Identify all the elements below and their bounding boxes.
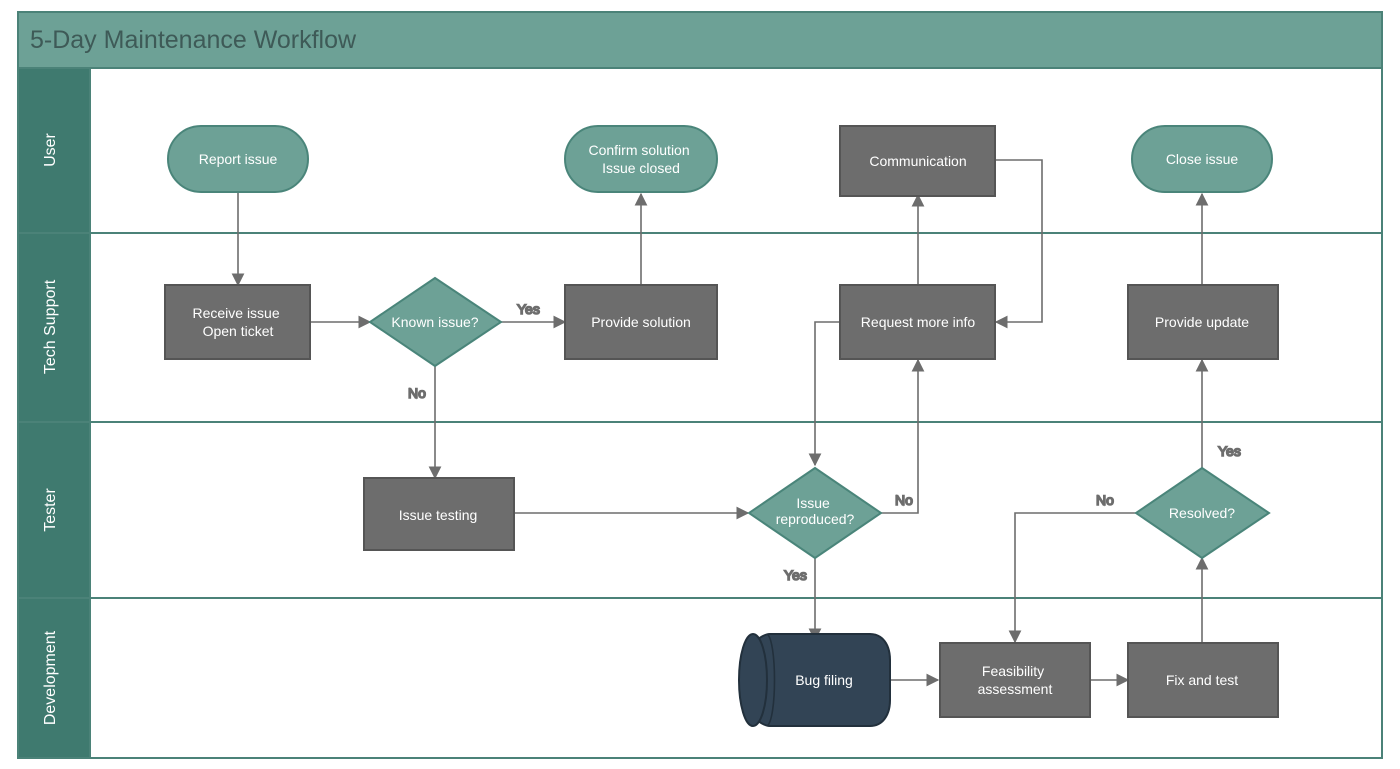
svg-text:Resolved?: Resolved? xyxy=(1169,505,1235,521)
header: 5-Day Maintenance Workflow xyxy=(18,12,1382,68)
lane-development-label: Development xyxy=(42,630,59,725)
node-issue-testing[interactable]: Issue testing xyxy=(364,478,514,550)
swimlane-diagram: 5-Day Maintenance Workflow User Tech Sup… xyxy=(0,0,1400,769)
diagram-svg: 5-Day Maintenance Workflow User Tech Sup… xyxy=(0,0,1400,769)
node-confirm-closed[interactable]: Confirm solution Issue closed xyxy=(565,126,717,192)
node-bug-filing[interactable]: Bug filing xyxy=(739,634,890,726)
edge-reproduced-yes-label: Yes xyxy=(784,567,807,583)
node-provide-update[interactable]: Provide update xyxy=(1128,285,1278,359)
node-feasibility[interactable]: Feasibility assessment xyxy=(940,643,1090,717)
svg-text:Provide solution: Provide solution xyxy=(591,314,691,330)
node-receive-issue[interactable]: Receive issue Open ticket xyxy=(165,285,310,359)
lane-techsupport-label: Tech Support xyxy=(42,279,59,374)
diagram-title: 5-Day Maintenance Workflow xyxy=(30,26,357,54)
svg-text:Known issue?: Known issue? xyxy=(391,314,478,330)
node-provide-solution[interactable]: Provide solution xyxy=(565,285,717,359)
svg-text:Request more info: Request more info xyxy=(861,314,976,330)
svg-text:Fix and test: Fix and test xyxy=(1166,672,1238,688)
lane-tester-label: Tester xyxy=(42,488,59,532)
svg-text:Provide update: Provide update xyxy=(1155,314,1249,330)
svg-text:Report issue: Report issue xyxy=(199,151,278,167)
edge-resolved-no-label: No xyxy=(1096,492,1114,508)
svg-text:Issue testing: Issue testing xyxy=(399,507,478,523)
node-communication[interactable]: Communication xyxy=(840,126,995,196)
node-report-issue[interactable]: Report issue xyxy=(168,126,308,192)
node-fix-and-test[interactable]: Fix and test xyxy=(1128,643,1278,717)
lane-labels: User Tech Support Tester Development xyxy=(18,68,90,758)
node-request-info[interactable]: Request more info xyxy=(840,285,995,359)
svg-text:Communication: Communication xyxy=(869,153,966,169)
svg-text:Close issue: Close issue xyxy=(1166,151,1239,167)
edge-resolved-yes-label: Yes xyxy=(1218,443,1241,459)
edge-known-yes-label: Yes xyxy=(517,301,540,317)
node-close-issue[interactable]: Close issue xyxy=(1132,126,1272,192)
svg-text:Bug filing: Bug filing xyxy=(795,672,853,688)
edge-reproduced-no-label: No xyxy=(895,492,913,508)
lane-user-label: User xyxy=(42,132,59,166)
edge-known-no-label: No xyxy=(408,385,426,401)
